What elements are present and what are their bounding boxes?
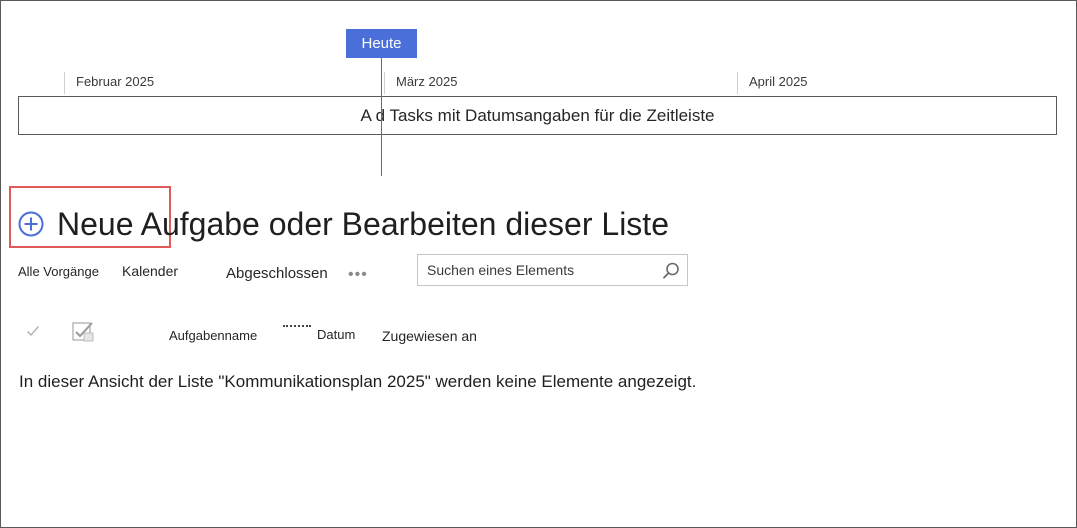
search-box[interactable] xyxy=(417,254,688,286)
today-line xyxy=(381,58,382,176)
today-marker: Heute xyxy=(346,29,417,58)
month-label-april: April 2025 xyxy=(749,74,808,89)
search-input[interactable] xyxy=(427,262,652,278)
empty-list-message: In dieser Ansicht der Liste "Kommunikati… xyxy=(19,372,697,391)
timeline-placeholder-text: A d Tasks mit Datumsangaben für die Zeit… xyxy=(360,105,715,125)
checkmark-icon xyxy=(26,325,40,337)
timeline-bar[interactable]: A d Tasks mit Datumsangaben für die Zeit… xyxy=(18,96,1057,135)
today-label: Heute xyxy=(361,35,402,52)
search-icon[interactable] xyxy=(661,261,681,281)
column-header-assigned-to[interactable]: Zugewiesen an xyxy=(382,328,477,344)
view-all-tasks[interactable]: Alle Vorgänge xyxy=(18,264,99,279)
month-tick xyxy=(384,72,385,94)
month-tick xyxy=(737,72,738,94)
column-header-task-name[interactable]: Aufgabenname xyxy=(169,328,257,343)
month-tick xyxy=(64,72,65,94)
month-label-february: Februar 2025 xyxy=(76,74,155,89)
view-calendar[interactable]: Kalender xyxy=(122,263,178,279)
column-header-date[interactable]: Datum xyxy=(317,327,355,342)
more-views-button[interactable]: ••• xyxy=(348,266,368,284)
month-label-march: März 2025 xyxy=(396,74,458,89)
new-task-or-edit-list-link[interactable]: Neue Aufgabe oder Bearbeiten dieser List… xyxy=(57,206,669,243)
select-all-checkbox-icon[interactable] xyxy=(72,321,96,343)
view-completed[interactable]: Abgeschlossen xyxy=(226,265,328,282)
add-circle-icon[interactable] xyxy=(18,211,44,237)
date-sort-indicator-icon xyxy=(283,325,311,329)
